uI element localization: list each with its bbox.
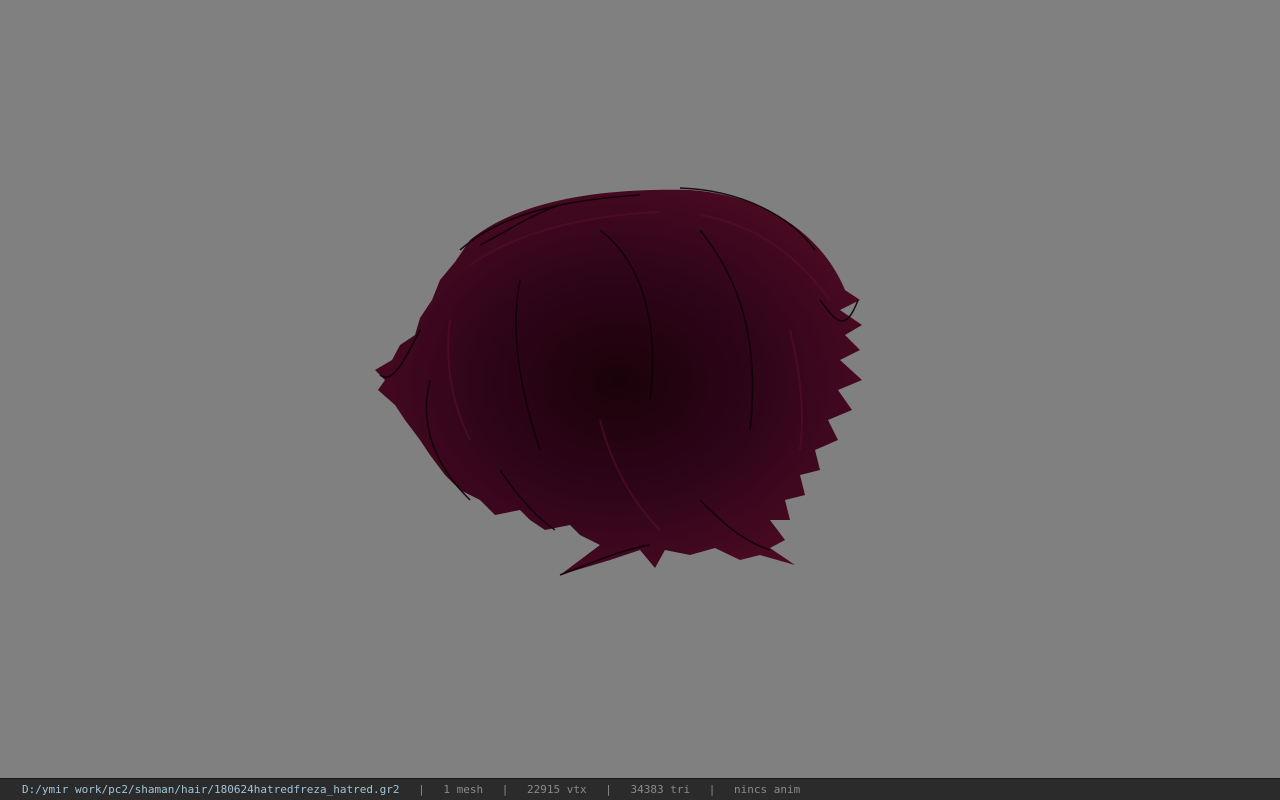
status-separator: | xyxy=(708,783,716,796)
status-separator: | xyxy=(418,783,425,796)
hair-model[interactable] xyxy=(0,0,1280,778)
vertex-count: 22915 vtx xyxy=(527,783,587,796)
anim-status: nincs anim xyxy=(733,783,801,796)
status-bar: D:/ymir work/pc2/shaman/hair/180624hatre… xyxy=(0,778,1280,800)
mesh-count: 1 mesh xyxy=(443,783,484,796)
triangle-count: 34383 tri xyxy=(630,783,691,796)
3d-viewport[interactable] xyxy=(0,0,1280,778)
status-separator: | xyxy=(501,783,509,796)
status-separator: | xyxy=(605,783,612,796)
file-path: D:/ymir work/pc2/shaman/hair/180624hatre… xyxy=(22,783,400,796)
